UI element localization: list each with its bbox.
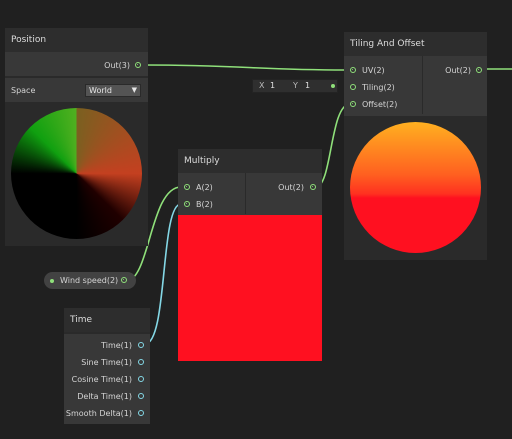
position-out-port[interactable] <box>135 62 141 68</box>
tiling-y-value[interactable]: 1 <box>305 81 310 90</box>
multiply-preview <box>178 215 322 361</box>
multiply-b-port[interactable] <box>184 201 190 207</box>
tiling-input-label: Tiling(2) <box>362 83 395 92</box>
tiling-vector-input[interactable]: X 1 Y 1 <box>252 79 338 93</box>
tiling-offset-out-label: Out(2) <box>445 66 471 75</box>
space-dropdown[interactable]: World ▼ <box>85 84 141 97</box>
tiling-offset-preview-sphere <box>350 122 481 253</box>
position-preview-sphere <box>11 108 142 239</box>
space-dropdown-value: World <box>89 86 112 95</box>
tiling-x-label: X <box>259 81 265 90</box>
smooth-delta-label: Smooth Delta(1) <box>65 409 132 418</box>
wind-speed-label: Wind speed(2) <box>60 276 119 285</box>
space-label: Space <box>11 86 36 95</box>
position-node[interactable]: Position Out(3) Space World ▼ <box>5 28 148 246</box>
multiply-a-label: A(2) <box>196 183 213 192</box>
time-node[interactable]: Time Time(1) Sine Time(1) Cosine Time(1)… <box>64 308 150 424</box>
multiply-out-label: Out(2) <box>278 183 304 192</box>
uv-input-port[interactable] <box>350 67 356 73</box>
time-divider <box>64 332 150 334</box>
multiply-column-divider <box>245 173 246 214</box>
wire-time-to-b <box>144 203 182 345</box>
delta-time-port[interactable] <box>138 393 144 399</box>
wind-speed-out-port[interactable] <box>121 277 127 283</box>
smooth-delta-port[interactable] <box>138 410 144 416</box>
multiply-out-port[interactable] <box>310 184 316 190</box>
multiply-title: Multiply <box>178 149 322 173</box>
tiling-offset-preview <box>344 116 487 260</box>
wind-speed-dot <box>50 279 54 283</box>
cosine-time-port[interactable] <box>138 376 144 382</box>
tiling-offset-out-port[interactable] <box>476 67 482 73</box>
tiling-offset-node[interactable]: Tiling And Offset UV(2) Tiling(2) Offset… <box>344 32 487 260</box>
offset-input-port[interactable] <box>350 101 356 107</box>
tiling-input-port[interactable] <box>350 84 356 90</box>
tiling-connector-dot <box>331 84 335 88</box>
cosine-time-label: Cosine Time(1) <box>71 375 132 384</box>
multiply-node[interactable]: Multiply A(2) B(2) Out(2) <box>178 149 322 361</box>
time-output-port[interactable] <box>138 342 144 348</box>
tiling-offset-column-divider <box>422 56 423 114</box>
delta-time-label: Delta Time(1) <box>77 392 132 401</box>
time-title: Time <box>64 308 150 332</box>
tiling-offset-title: Tiling And Offset <box>344 32 487 56</box>
position-out-label: Out(3) <box>104 61 130 70</box>
position-divider <box>5 76 148 78</box>
position-preview <box>5 102 148 246</box>
time-output-label: Time(1) <box>101 341 132 350</box>
sine-time-port[interactable] <box>138 359 144 365</box>
chevron-down-icon: ▼ <box>131 86 137 94</box>
tiling-y-label: Y <box>293 81 298 90</box>
sine-time-label: Sine Time(1) <box>81 358 132 367</box>
wire-position-to-uv <box>142 64 346 71</box>
multiply-b-label: B(2) <box>196 200 213 209</box>
tiling-x-value[interactable]: 1 <box>270 81 275 90</box>
uv-input-label: UV(2) <box>362 66 385 75</box>
wind-speed-property[interactable]: Wind speed(2) <box>44 272 136 289</box>
offset-input-label: Offset(2) <box>362 100 398 109</box>
multiply-a-port[interactable] <box>184 184 190 190</box>
position-node-title: Position <box>5 28 148 52</box>
